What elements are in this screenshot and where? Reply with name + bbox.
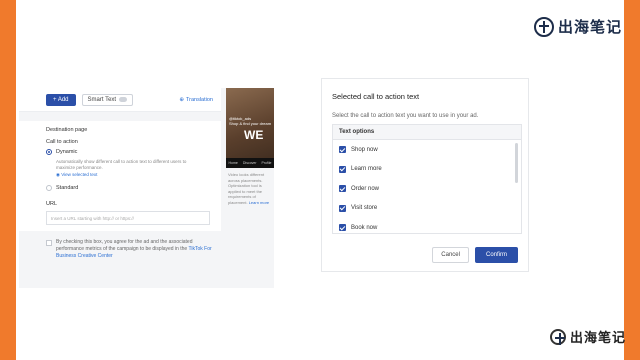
option-label: Visit store [351, 205, 378, 212]
consent-text: By checking this box, you agree for the … [56, 239, 193, 252]
eye-icon: ◉ [56, 172, 60, 177]
toggle-icon [119, 97, 128, 102]
preview-caption-line2: Shop & find your dream [229, 121, 272, 126]
option-learn-more[interactable]: Learn more [333, 160, 521, 180]
text-toolbar: + Add Smart Text ⊕ Translation [19, 88, 221, 112]
smart-text-label: Smart Text [87, 96, 117, 103]
checkbox-checked-icon [339, 185, 346, 193]
brand-logo-top: 出海笔记 [533, 16, 622, 37]
ad-preview: @tiktok_ads Shop & find your dream WE Ho… [226, 88, 274, 288]
option-label: Learn more [351, 166, 382, 173]
wechat-icon [549, 328, 566, 345]
phone-preview: @tiktok_ads Shop & find your dream WE Ho… [226, 88, 274, 168]
section-divider [19, 112, 221, 121]
option-book-now[interactable]: Book now [333, 218, 521, 233]
standard-label: Standard [56, 185, 79, 191]
translate-icon: ⊕ [179, 96, 184, 103]
anchor-icon [533, 16, 554, 37]
destination-page-heading: Destination page [46, 127, 88, 133]
modal-subtitle: Select the call to action text you want … [332, 113, 479, 119]
options-scrollbar[interactable] [515, 143, 518, 183]
checkbox-checked-icon [339, 204, 346, 212]
preview-nav-bar: Home Discover Profile [226, 158, 274, 168]
option-label: Order now [351, 185, 380, 192]
slide-frame-left [0, 0, 16, 360]
nav-home: Home [228, 161, 238, 165]
dynamic-help-text: Automatically show different call to act… [56, 159, 187, 170]
destination-section: Destination page Call to action Dynamic … [19, 121, 221, 231]
nav-profile: Profile [261, 161, 272, 165]
smart-text-button[interactable]: Smart Text [81, 93, 134, 106]
brand-logo-bottom: 出海笔记 [549, 327, 626, 346]
ads-editor-screenshot: + Add Smart Text ⊕ Translation Destinati… [19, 88, 274, 288]
nav-discover: Discover [242, 161, 257, 165]
preview-overlay-text: WE [244, 128, 264, 142]
option-visit-store[interactable]: Visit store [333, 199, 521, 219]
option-shop-now[interactable]: Shop now [333, 140, 521, 160]
modal-title: Selected call to action text [332, 92, 420, 101]
checkbox-checked-icon [339, 224, 346, 232]
creative-center-consent: By checking this box, you agree for the … [19, 231, 221, 288]
option-label: Shop now [351, 146, 378, 153]
confirm-button[interactable]: Confirm [474, 247, 518, 263]
dynamic-label: Dynamic [56, 149, 78, 155]
cta-text-modal: Selected call to action text Select the … [321, 78, 529, 272]
consent-checkbox[interactable] [46, 240, 52, 246]
call-to-action-label: Call to action [46, 139, 78, 145]
translation-label: Translation [185, 96, 213, 103]
ad-settings-panel: + Add Smart Text ⊕ Translation Destinati… [19, 88, 221, 288]
option-order-now[interactable]: Order now [333, 179, 521, 199]
preview-caption: @tiktok_ads Shop & find your dream [229, 116, 271, 126]
consent-text-wrapper: By checking this box, you agree for the … [56, 239, 213, 288]
learn-more-link[interactable]: Learn more [249, 200, 269, 205]
checkbox-checked-icon [339, 165, 346, 173]
preview-note: Video looks different across placements.… [226, 168, 274, 205]
translation-link[interactable]: ⊕ Translation [179, 97, 213, 103]
standard-radio-option[interactable]: Standard [46, 185, 213, 191]
brand-name: 出海笔记 [557, 18, 622, 36]
brand-name-bottom: 出海笔记 [569, 331, 626, 346]
text-options-header: Text options [333, 125, 521, 140]
view-selected-text-link[interactable]: ◉ View selected text [56, 172, 213, 178]
modal-footer: Cancel Confirm [432, 247, 518, 263]
add-button[interactable]: + Add [46, 93, 76, 106]
checkbox-checked-icon [339, 146, 346, 154]
option-label: Book now [351, 224, 378, 231]
cancel-button[interactable]: Cancel [432, 247, 469, 263]
text-options-list: Text options Shop now Learn more Order n… [332, 124, 522, 234]
radio-selected-icon [46, 149, 52, 155]
view-selected-text-label: View selected text [61, 172, 98, 177]
dynamic-radio-option[interactable]: Dynamic [46, 149, 213, 155]
radio-unselected-icon [46, 185, 52, 191]
slide-frame-right [624, 0, 640, 360]
url-label: URL [46, 201, 58, 207]
url-input[interactable]: Insert a URL starting with http:// or ht… [46, 211, 210, 225]
